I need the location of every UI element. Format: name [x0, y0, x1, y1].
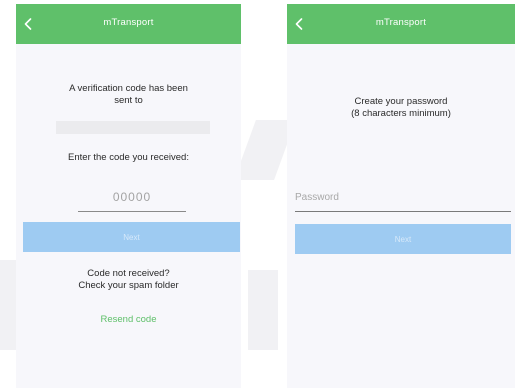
verification-message-line1: A verification code has been: [69, 83, 188, 94]
resend-code-link[interactable]: Resend code: [16, 314, 241, 325]
password-screen: mTransport Create your password (8 chara…: [287, 4, 515, 388]
next-button[interactable]: Next: [23, 222, 240, 252]
next-button[interactable]: Next: [295, 224, 511, 254]
verification-code-input[interactable]: [78, 182, 186, 212]
verification-screen: mTransport A verification code has been …: [16, 4, 241, 388]
verification-message-line2: sent to: [114, 95, 143, 106]
password-input[interactable]: [295, 184, 511, 212]
masked-phone-number: [56, 121, 210, 134]
header-title: mTransport: [103, 17, 154, 28]
app-header: mTransport: [16, 4, 241, 44]
stage: mTransport A verification code has been …: [0, 0, 522, 388]
code-not-received-text: Code not received?: [87, 268, 170, 279]
code-prompt: Enter the code you received:: [68, 152, 189, 163]
watermark-shape: [248, 270, 278, 350]
header-title: mTransport: [375, 17, 427, 28]
check-spam-text: Check your spam folder: [78, 280, 179, 291]
app-header: mTransport: [287, 4, 515, 44]
create-password-heading: Create your password: [354, 96, 448, 107]
password-requirement: (8 characters minimum): [351, 108, 451, 119]
